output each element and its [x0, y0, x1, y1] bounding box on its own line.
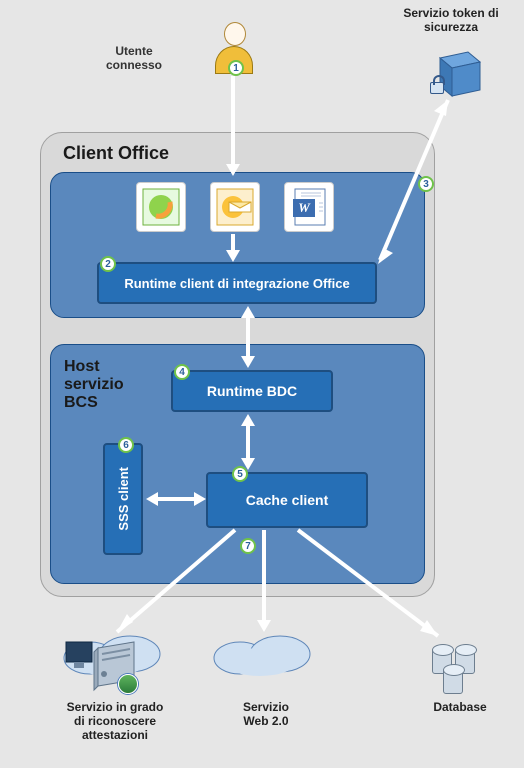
app-icon-outlook — [210, 182, 260, 232]
claims-service-server-icon — [64, 640, 132, 700]
badge-6: 6 — [118, 437, 134, 453]
arrow-office-bdc — [246, 316, 250, 356]
web20-label: Servizio Web 2.0 — [216, 700, 316, 728]
office-runtime-label: Runtime client di integrazione Office — [124, 276, 349, 291]
arrowhead-office-bdc-up — [241, 306, 255, 318]
arrow-user-to-office — [231, 76, 235, 166]
runtime-bdc-box: Runtime BDC — [171, 370, 333, 412]
arrowhead-bdc-cache-up — [241, 414, 255, 426]
claims-service-label: Servizio in grado di riconoscere attesta… — [50, 700, 180, 742]
cache-client-label: Cache client — [246, 492, 328, 508]
app-icon-sharepoint-designer — [136, 182, 186, 232]
badge-7: 7 — [240, 538, 256, 554]
host-bcs-title: Host servizio BCS — [64, 358, 144, 412]
arrowhead-icons-to-runtime — [226, 250, 240, 262]
app-icon-word: W — [284, 182, 334, 232]
arrowhead-office-bdc-down — [241, 356, 255, 368]
arrowhead-sss-cache-right — [194, 492, 206, 506]
badge-5: 5 — [232, 466, 248, 482]
database-label: Database — [420, 700, 500, 714]
badge-3: 3 — [418, 176, 434, 192]
security-token-cube-icon — [428, 44, 484, 100]
badge-4: 4 — [174, 364, 190, 380]
badge-1: 1 — [228, 60, 244, 76]
arrowhead-user-to-office — [226, 164, 240, 176]
user-label: Utente connesso — [84, 44, 184, 72]
cloud-icon-middle — [210, 630, 320, 676]
arrowhead-sss-cache-left — [146, 492, 158, 506]
sss-client-label: SSS client — [116, 467, 131, 531]
client-office-title: Client Office — [63, 143, 169, 164]
runtime-bdc-label: Runtime BDC — [207, 383, 297, 399]
cache-client-box: Cache client — [206, 472, 368, 528]
arrow-sss-cache — [156, 497, 194, 501]
svg-text:W: W — [298, 200, 311, 215]
badge-2: 2 — [100, 256, 116, 272]
arrowhead-cache-web20 — [257, 620, 271, 632]
sts-label: Servizio token di sicurezza — [386, 6, 516, 34]
arrow-cache-web20 — [262, 530, 266, 622]
arrow-bdc-cache — [246, 424, 250, 458]
office-runtime-box: Runtime client di integrazione Office — [97, 262, 377, 304]
sss-client-box: SSS client — [103, 443, 143, 555]
